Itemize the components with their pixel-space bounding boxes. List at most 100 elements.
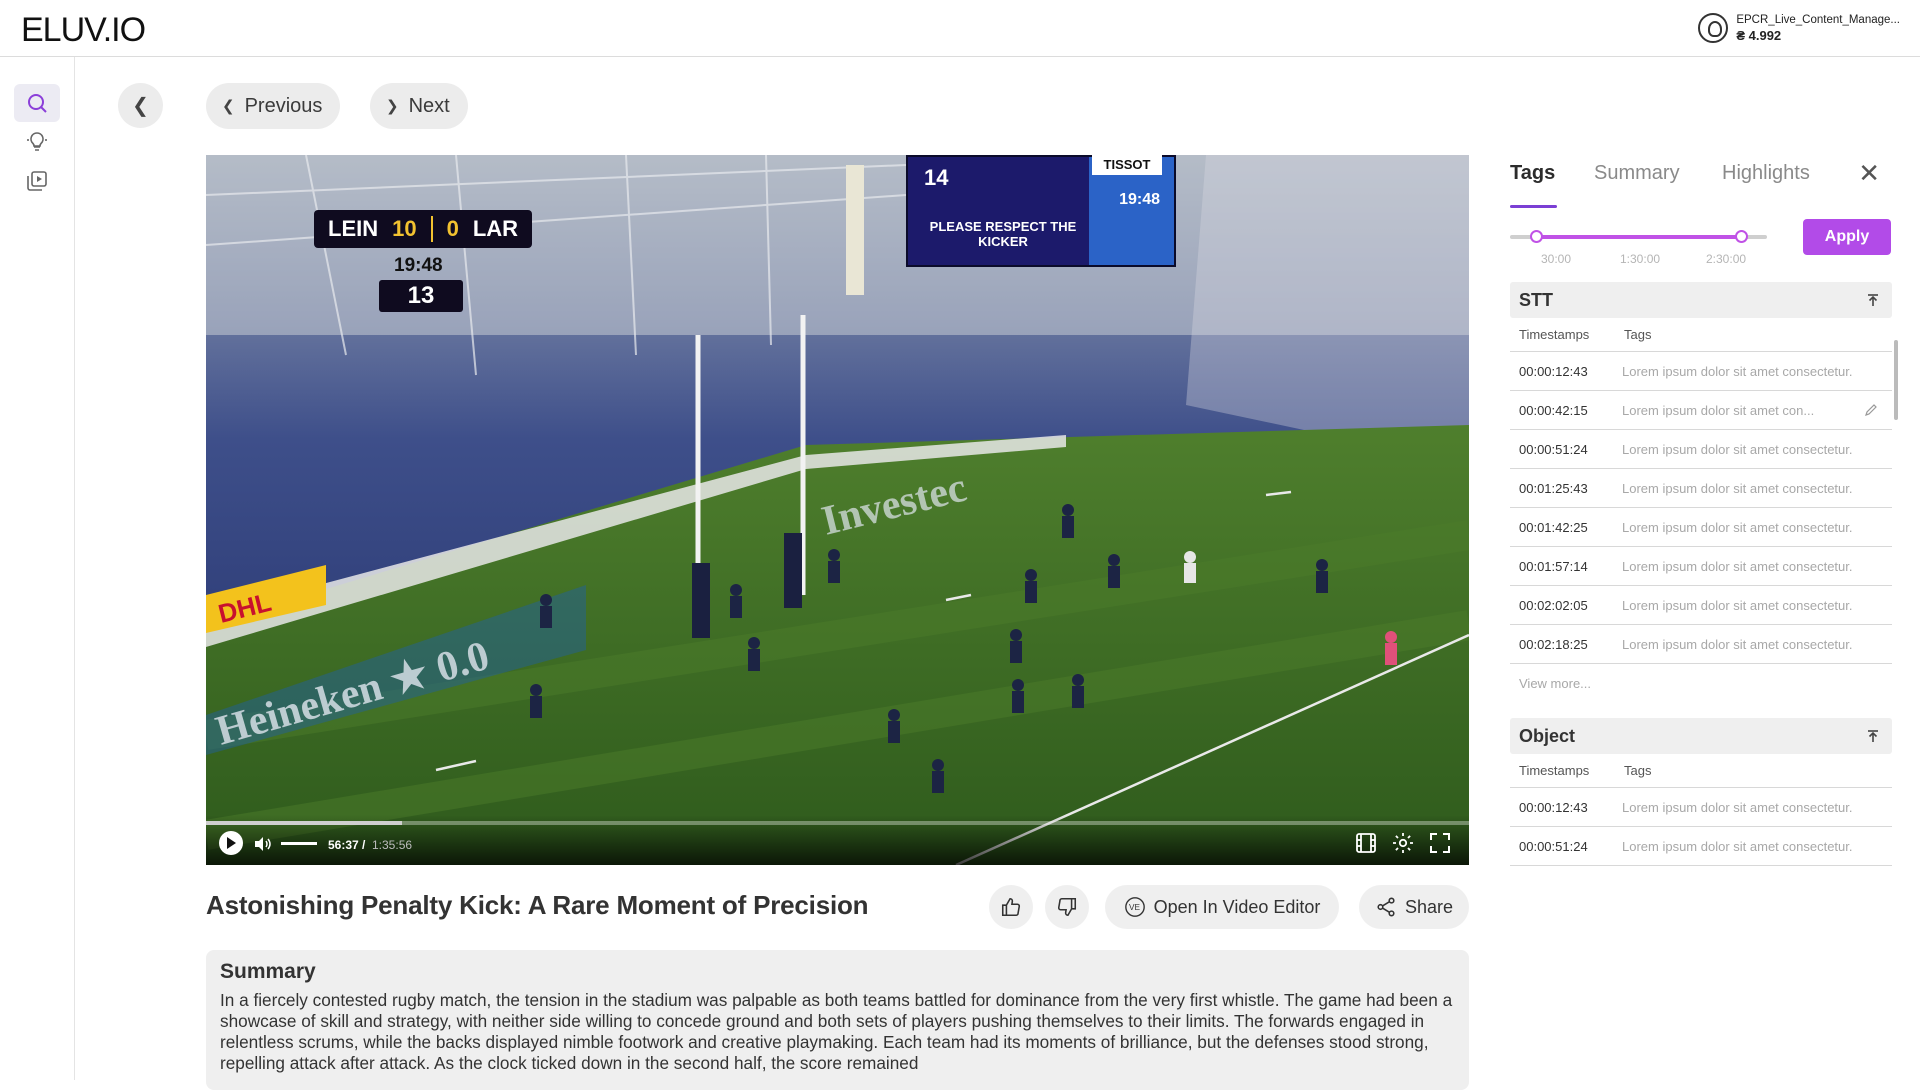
object-column-headers: Timestamps Tags — [1510, 754, 1892, 788]
table-row[interactable]: 00:00:12:43 Lorem ipsum dolor sit amet co… — [1510, 788, 1892, 827]
chevron-left-icon: ❮ — [222, 98, 235, 115]
row-tag: Lorem ipsum dolor sit amet consectetur. — [1622, 363, 1853, 379]
col-timestamps: Timestamps — [1519, 763, 1590, 778]
col-tags: Tags — [1624, 763, 1652, 778]
share-button[interactable]: Share — [1359, 885, 1469, 929]
settings-gear-icon[interactable] — [1391, 831, 1415, 855]
volume-icon[interactable] — [254, 836, 272, 852]
col-tags: Tags — [1624, 327, 1652, 342]
play-icon — [227, 837, 236, 849]
open-video-editor-button[interactable]: VE Open In Video Editor — [1105, 885, 1339, 929]
share-label: Share — [1404, 896, 1454, 917]
range-label: 1:30:00 — [1620, 252, 1661, 266]
tab-highlights[interactable]: Highlights — [1722, 162, 1810, 185]
thumbs-up-icon — [1001, 897, 1021, 917]
panel-tabs: Tags Summary Highlights ✕ — [1510, 150, 1892, 192]
account-avatar-icon[interactable] — [1698, 13, 1729, 43]
row-tag: Lorem ipsum dolor sit amet consectetur. — [1622, 597, 1853, 613]
row-timestamp: 00:01:57:14 — [1519, 558, 1588, 574]
table-row[interactable]: 00:00:42:15 Lorem ipsum dolor sit amet co… — [1510, 391, 1892, 430]
sidebar-search-button[interactable] — [14, 84, 60, 122]
sidebar-library-button[interactable] — [14, 162, 60, 200]
object-rows: 00:00:12:43 Lorem ipsum dolor sit amet co… — [1510, 788, 1892, 866]
row-timestamp: 00:00:42:15 — [1519, 402, 1588, 418]
range-start-handle[interactable] — [1529, 230, 1543, 243]
row-timestamp: 00:02:02:05 — [1519, 597, 1588, 613]
film-icon[interactable] — [1354, 831, 1378, 855]
stt-section: STT Timestamps Tags 00:00:12:43 Lorem ips… — [1510, 282, 1892, 702]
eluvio-logo[interactable]: ELUV.IO — [21, 11, 146, 50]
account-balance: ₴ 4.992 — [1736, 28, 1782, 43]
range-fill — [1535, 235, 1742, 239]
stt-header[interactable]: STT — [1510, 282, 1892, 318]
stadium-screen-message: PLEASE RESPECT THE KICKER — [929, 219, 1077, 249]
active-tab-indicator — [1510, 205, 1557, 208]
video-editor-icon: VE — [1124, 897, 1145, 917]
next-button[interactable]: ❯ Next — [370, 83, 468, 129]
media-library-icon — [27, 171, 47, 191]
account-menu[interactable]: EPCR_Live_Content_Manage... ₴ 4.992 — [1698, 12, 1900, 44]
panel-scrollbar[interactable] — [1894, 340, 1898, 420]
collapse-icon[interactable] — [1866, 293, 1880, 307]
summary-text: In a fiercely contested rugby match, the… — [220, 990, 1453, 1073]
away-score: 0 — [446, 216, 459, 241]
progress-bar[interactable] — [206, 821, 1469, 825]
table-row[interactable]: 00:01:57:14 Lorem ipsum dolor sit amet co… — [1510, 547, 1892, 586]
collapse-icon[interactable] — [1866, 729, 1880, 743]
table-row[interactable]: 00:02:02:05 Lorem ipsum dolor sit amet co… — [1510, 586, 1892, 625]
object-title: Object — [1519, 725, 1576, 746]
table-row[interactable]: 00:02:18:25 Lorem ipsum dolor sit amet co… — [1510, 625, 1892, 664]
back-button[interactable]: ❮ — [118, 83, 163, 128]
pencil-edit-icon[interactable] — [1864, 403, 1878, 417]
row-timestamp: 00:01:42:25 — [1519, 519, 1588, 535]
video-player[interactable]: DHL Heineken ★ 0.0 Investec LEIN 10 0 LA… — [206, 155, 1469, 865]
svg-text:VE: VE — [1129, 903, 1141, 912]
fullscreen-icon[interactable] — [1428, 831, 1452, 855]
row-tag: Lorem ipsum dolor sit amet con... — [1622, 402, 1815, 418]
table-row[interactable]: 00:00:12:43 Lorem ipsum dolor sit amet co… — [1510, 352, 1892, 391]
time-range-slider[interactable]: 30:00 1:30:00 2:30:00 — [1510, 228, 1770, 266]
chevron-left-icon: ❮ — [132, 95, 149, 117]
table-row[interactable]: 00:00:51:24 Lorem ipsum dolor sit amet co… — [1510, 827, 1892, 866]
play-button[interactable] — [219, 831, 243, 855]
stadium-screen-brand: TISSOT — [1092, 155, 1162, 175]
chevron-right-icon: ❯ — [386, 98, 399, 115]
lightbulb-icon — [27, 132, 47, 151]
details-panel: Tags Summary Highlights ✕ 30:00 1:30:00 … — [1510, 150, 1892, 866]
close-icon[interactable]: ✕ — [1858, 158, 1880, 189]
table-row[interactable]: 00:01:25:43 Lorem ipsum dolor sit amet co… — [1510, 469, 1892, 508]
video-title: Astonishing Penalty Kick: A Rare Moment … — [206, 890, 869, 920]
table-row[interactable]: 00:01:42:25 Lorem ipsum dolor sit amet co… — [1510, 508, 1892, 547]
previous-button[interactable]: ❮ Previous — [206, 83, 341, 129]
match-stat: 13 — [379, 280, 463, 312]
tab-tags[interactable]: Tags — [1510, 162, 1555, 185]
next-label: Next — [408, 94, 450, 117]
row-tag: Lorem ipsum dolor sit amet consectetur. — [1622, 480, 1853, 496]
tab-summary[interactable]: Summary — [1594, 162, 1680, 185]
range-end-handle[interactable] — [1735, 230, 1749, 243]
col-timestamps: Timestamps — [1519, 327, 1590, 342]
dislike-button[interactable] — [1045, 885, 1089, 929]
row-timestamp: 00:02:18:25 — [1519, 636, 1588, 652]
apply-button[interactable]: Apply — [1803, 219, 1891, 255]
table-row[interactable]: 00:00:51:24 Lorem ipsum dolor sit amet co… — [1510, 430, 1892, 469]
total-time: 1:35:56 — [372, 838, 413, 852]
sidebar — [0, 57, 75, 1080]
view-more-link[interactable]: View more... — [1510, 664, 1892, 702]
object-section: Object Timestamps Tags 00:00:12:43 Lorem … — [1510, 718, 1892, 866]
sidebar-insights-button[interactable] — [14, 123, 60, 161]
progress-fill — [206, 821, 402, 825]
object-header[interactable]: Object — [1510, 718, 1892, 754]
like-button[interactable] — [989, 885, 1033, 929]
volume-slider[interactable] — [281, 842, 317, 845]
match-clock: 19:48 — [394, 255, 443, 276]
row-timestamp: 00:01:25:43 — [1519, 480, 1588, 496]
range-label: 2:30:00 — [1706, 252, 1747, 266]
match-scoreboard: LEIN 10 0 LAR — [314, 210, 533, 248]
stadium-screen-number: 14 — [924, 165, 949, 190]
row-tag: Lorem ipsum dolor sit amet consectetur. — [1622, 519, 1853, 535]
away-team: LAR — [472, 216, 519, 241]
row-tag: Lorem ipsum dolor sit amet consectetur. — [1622, 441, 1853, 457]
open-video-editor-label: Open In Video Editor — [1153, 896, 1321, 917]
summary-heading: Summary — [220, 960, 316, 983]
